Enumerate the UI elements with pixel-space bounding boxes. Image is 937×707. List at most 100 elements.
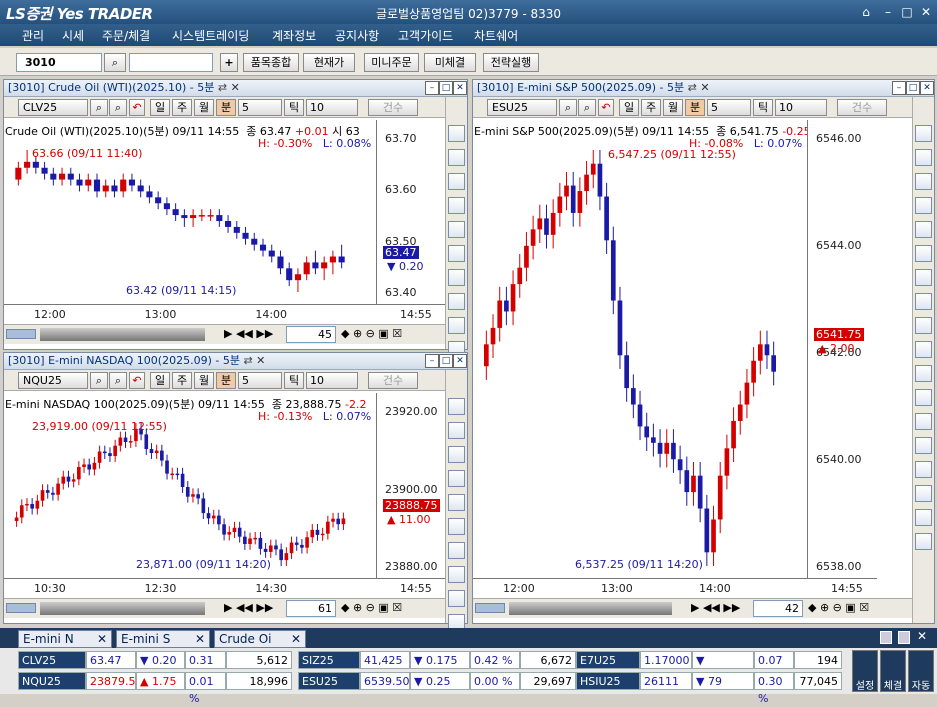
tick-button[interactable]: 틱 xyxy=(284,372,304,389)
period-month[interactable]: 월 xyxy=(194,372,214,389)
button-unfilled[interactable]: 미체결 xyxy=(424,53,476,72)
chart-scroll-bar[interactable]: ▶ ◀◀ ▶▶ 45 ◆ ⊕ ⊖ ▣ ☒ xyxy=(4,324,445,344)
horizontal-line-icon[interactable] xyxy=(448,221,465,238)
period-day[interactable]: 일 xyxy=(150,99,170,116)
symbol-input[interactable]: ESU25 xyxy=(487,99,557,116)
search-refresh-icon[interactable]: ⌕ xyxy=(109,99,127,116)
screen-search-combo[interactable] xyxy=(129,53,213,72)
scroll-arrows[interactable]: ▶ ◀◀ ▶▶ xyxy=(691,601,751,616)
chart-scroll-bar[interactable]: ▶ ◀◀ ▶▶ 42 ◆ ⊕ ⊖ ▣ ☒ xyxy=(473,598,912,618)
bar-count-input[interactable]: 42 xyxy=(753,600,803,617)
trend-line-icon[interactable] xyxy=(915,197,932,214)
screen-number-input[interactable]: 3010 xyxy=(16,53,102,72)
channel-icon[interactable] xyxy=(448,293,465,310)
link-icon[interactable]: ⇄ xyxy=(218,81,227,94)
minimize-icon[interactable]: – xyxy=(879,4,897,20)
close-icon[interactable]: ✕ xyxy=(920,81,934,95)
undo-icon[interactable]: ↶ xyxy=(129,372,145,389)
period-week[interactable]: 주 xyxy=(172,99,192,116)
pattern-icon[interactable] xyxy=(915,365,932,382)
pointer-icon[interactable] xyxy=(915,437,932,454)
close-icon[interactable]: ✕ xyxy=(917,629,927,643)
fibonacci-icon[interactable] xyxy=(448,269,465,286)
search-refresh-icon[interactable]: ⌕ xyxy=(578,99,596,116)
pan-icon[interactable] xyxy=(448,173,465,190)
tab-emini-nasdaq[interactable]: E-mini N ✕ xyxy=(18,630,112,648)
symbol-input[interactable]: NQU25 xyxy=(18,372,88,389)
undo-icon[interactable]: ↶ xyxy=(598,99,614,116)
close-icon[interactable]: ✕ xyxy=(231,81,240,94)
maximize-icon[interactable]: □ xyxy=(439,354,453,368)
search-icon[interactable]: ⌕ xyxy=(559,99,577,116)
home-icon[interactable]: ⌂ xyxy=(857,4,875,20)
vertical-line-icon[interactable] xyxy=(448,245,465,262)
scroll-arrows[interactable]: ▶ ◀◀ ▶▶ xyxy=(224,601,284,616)
ticker-action-0[interactable]: 설정 xyxy=(852,650,878,692)
menu-item-order[interactable]: 주문/체결 xyxy=(102,27,150,44)
erase-icon[interactable] xyxy=(915,341,932,358)
close-icon[interactable]: ✕ xyxy=(453,354,467,368)
period-month[interactable]: 월 xyxy=(194,99,214,116)
menu-item-manage[interactable]: 관리 xyxy=(22,27,44,44)
ticker-action-1[interactable]: 체결 xyxy=(880,650,906,692)
trend-line-icon[interactable] xyxy=(448,197,465,214)
chart-area[interactable]: E-mini NASDAQ 100(2025.09)(5분) 09/11 14:… xyxy=(4,393,446,578)
text-icon[interactable] xyxy=(915,317,932,334)
volume-minimap[interactable] xyxy=(40,328,205,341)
close-icon[interactable]: ✕ xyxy=(97,631,107,647)
ticker-symbol[interactable]: ESU25 xyxy=(298,672,360,690)
text-icon[interactable] xyxy=(448,590,465,607)
close-icon[interactable]: ✕ xyxy=(256,354,265,367)
pointer-icon[interactable] xyxy=(448,149,465,166)
close-icon[interactable]: ✕ xyxy=(917,4,935,20)
period-week[interactable]: 주 xyxy=(172,372,192,389)
button-item-summary[interactable]: 품목종합 xyxy=(243,53,299,72)
symbol-input[interactable]: CLV25 xyxy=(18,99,88,116)
search-icon[interactable]: ⌕ xyxy=(104,53,126,72)
tick-button[interactable]: 틱 xyxy=(284,99,304,116)
link-icon[interactable]: ⇄ xyxy=(243,354,252,367)
button-strategy-run[interactable]: 전략실행 xyxy=(483,53,539,72)
search-refresh-icon[interactable]: ⌕ xyxy=(109,372,127,389)
bar-count-input[interactable]: 61 xyxy=(286,600,336,617)
maximize-icon[interactable]: □ xyxy=(439,81,453,95)
tick-count-select[interactable]: 10 xyxy=(775,99,827,116)
count-select[interactable]: 건수 xyxy=(368,372,418,389)
tick-count-select[interactable]: 10 xyxy=(306,99,358,116)
indicator-icon[interactable] xyxy=(448,398,465,415)
period-minute[interactable]: 분 xyxy=(216,99,236,116)
minimize-icon[interactable]: – xyxy=(425,81,439,95)
period-minute[interactable]: 분 xyxy=(685,99,705,116)
horizontal-line-icon[interactable] xyxy=(448,494,465,511)
undo-icon[interactable]: ↶ xyxy=(129,99,145,116)
menu-item-systrade[interactable]: 시스템트레이딩 xyxy=(172,27,249,44)
period-minute[interactable]: 분 xyxy=(216,372,236,389)
zoom-slider[interactable] xyxy=(475,603,505,613)
horizontal-line-icon[interactable] xyxy=(915,509,932,526)
chart-scroll-bar[interactable]: ▶ ◀◀ ▶▶ 61 ◆ ⊕ ⊖ ▣ ☒ xyxy=(4,598,445,618)
minimize-icon[interactable]: – xyxy=(425,354,439,368)
ticker-symbol[interactable]: SIZ25 xyxy=(298,651,360,669)
menu-item-quote[interactable]: 시세 xyxy=(62,27,84,44)
copy-icon[interactable] xyxy=(880,631,892,644)
tick-button[interactable]: 틱 xyxy=(753,99,773,116)
menu-item-account[interactable]: 계좌정보 xyxy=(272,27,316,44)
interval-select[interactable]: 5 xyxy=(707,99,751,116)
add-button[interactable]: + xyxy=(220,53,238,72)
pointer-icon[interactable] xyxy=(915,149,932,166)
pointer-icon[interactable] xyxy=(448,422,465,439)
close-icon[interactable]: ✕ xyxy=(195,631,205,647)
period-day[interactable]: 일 xyxy=(619,99,639,116)
interval-select[interactable]: 5 xyxy=(238,99,282,116)
scroll-arrows[interactable]: ▶ ◀◀ ▶▶ xyxy=(224,327,284,342)
zoom-slider[interactable] xyxy=(6,329,36,339)
candle-chart[interactable] xyxy=(473,120,807,578)
chart-area[interactable]: E-mini S&P 500(2025.09)(5분) 09/11 14:55 … xyxy=(473,120,877,578)
interval-select[interactable]: 5 xyxy=(238,372,282,389)
pan-icon[interactable] xyxy=(915,461,932,478)
period-month[interactable]: 월 xyxy=(663,99,683,116)
pan-icon[interactable] xyxy=(448,446,465,463)
zoom-controls[interactable]: ◆ ⊕ ⊖ ▣ ☒ xyxy=(341,327,402,340)
menu-item-guide[interactable]: 고객가이드 xyxy=(398,27,453,44)
fibonacci-icon[interactable] xyxy=(915,269,932,286)
